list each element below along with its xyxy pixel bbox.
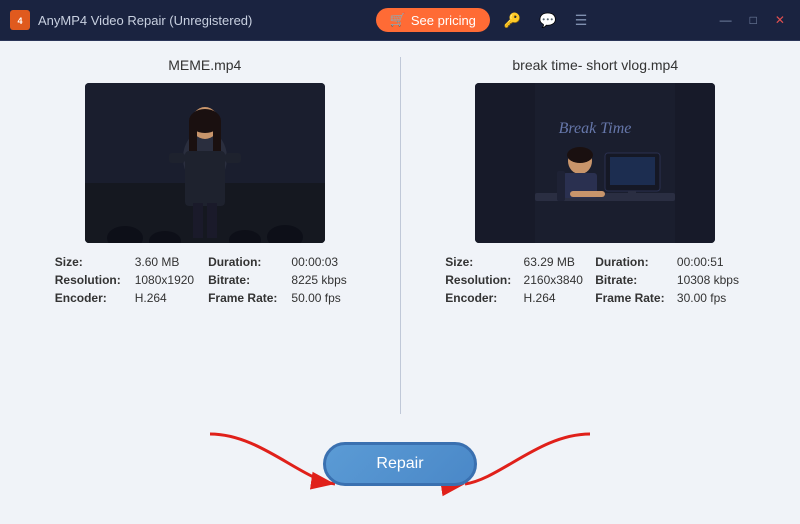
left-video-panel: MEME.mp4 [30, 57, 380, 414]
left-duration-value: 00:00:03 [291, 255, 354, 269]
app-logo: 4 [10, 10, 30, 30]
right-duration-value: 00:00:51 [677, 255, 745, 269]
key-icon[interactable]: 🔑 [500, 10, 525, 31]
right-bitrate-label: Bitrate: [595, 273, 671, 287]
bottom-action-area: Repair [30, 424, 770, 504]
right-framerate-value: 30.00 fps [677, 291, 745, 305]
right-video-title: break time- short vlog.mp4 [512, 57, 678, 73]
right-res-label: Resolution: [445, 273, 517, 287]
right-res-value: 2160x3840 [524, 273, 590, 287]
repair-button-wrapper: Repair [323, 442, 476, 486]
minimize-button[interactable]: — [715, 11, 737, 29]
right-encoder-label: Encoder: [445, 291, 517, 305]
right-size-label: Size: [445, 255, 517, 269]
right-video-panel: break time- short vlog.mp4 Break Time [421, 57, 771, 414]
right-info-grid: Size: 63.29 MB Duration: 00:00:51 Resolu… [445, 255, 745, 305]
maximize-button[interactable]: □ [745, 11, 762, 29]
video-panels: MEME.mp4 [30, 57, 770, 414]
repair-button[interactable]: Repair [323, 442, 476, 486]
right-bitrate-value: 10308 kbps [677, 273, 745, 287]
left-framerate-value: 50.00 fps [291, 291, 354, 305]
right-encoder-value: H.264 [524, 291, 590, 305]
left-size-value: 3.60 MB [135, 255, 202, 269]
app-title: AnyMP4 Video Repair (Unregistered) [38, 13, 252, 28]
left-video-title: MEME.mp4 [168, 57, 241, 73]
left-bitrate-label: Bitrate: [208, 273, 285, 287]
cart-icon: 🛒 [390, 12, 406, 28]
right-size-value: 63.29 MB [524, 255, 590, 269]
left-duration-label: Duration: [208, 255, 285, 269]
right-framerate-label: Frame Rate: [595, 291, 671, 305]
panel-divider [400, 57, 401, 414]
window-controls: — □ ✕ [715, 11, 790, 29]
left-encoder-value: H.264 [135, 291, 202, 305]
svg-text:4: 4 [17, 16, 22, 26]
title-bar-left: 4 AnyMP4 Video Repair (Unregistered) [10, 10, 252, 30]
left-framerate-label: Frame Rate: [208, 291, 285, 305]
title-bar-center: 🛒 See pricing 🔑 💬 ☰ [376, 8, 592, 32]
left-encoder-label: Encoder: [55, 291, 129, 305]
left-video-thumbnail [85, 83, 325, 243]
left-res-value: 1080x1920 [135, 273, 202, 287]
left-info-grid: Size: 3.60 MB Duration: 00:00:03 Resolut… [55, 255, 355, 305]
menu-icon[interactable]: ☰ [571, 10, 592, 31]
svg-text:Break Time: Break Time [559, 120, 632, 137]
see-pricing-button[interactable]: 🛒 See pricing [376, 8, 490, 32]
main-content: MEME.mp4 [0, 40, 800, 524]
left-res-label: Resolution: [55, 273, 129, 287]
chat-icon[interactable]: 💬 [535, 10, 560, 31]
right-duration-label: Duration: [595, 255, 671, 269]
left-bitrate-value: 8225 kbps [291, 273, 354, 287]
see-pricing-label: See pricing [411, 13, 476, 28]
left-size-label: Size: [55, 255, 129, 269]
close-button[interactable]: ✕ [770, 11, 790, 29]
title-bar: 4 AnyMP4 Video Repair (Unregistered) 🛒 S… [0, 0, 800, 40]
right-video-thumbnail: Break Time [475, 83, 715, 243]
